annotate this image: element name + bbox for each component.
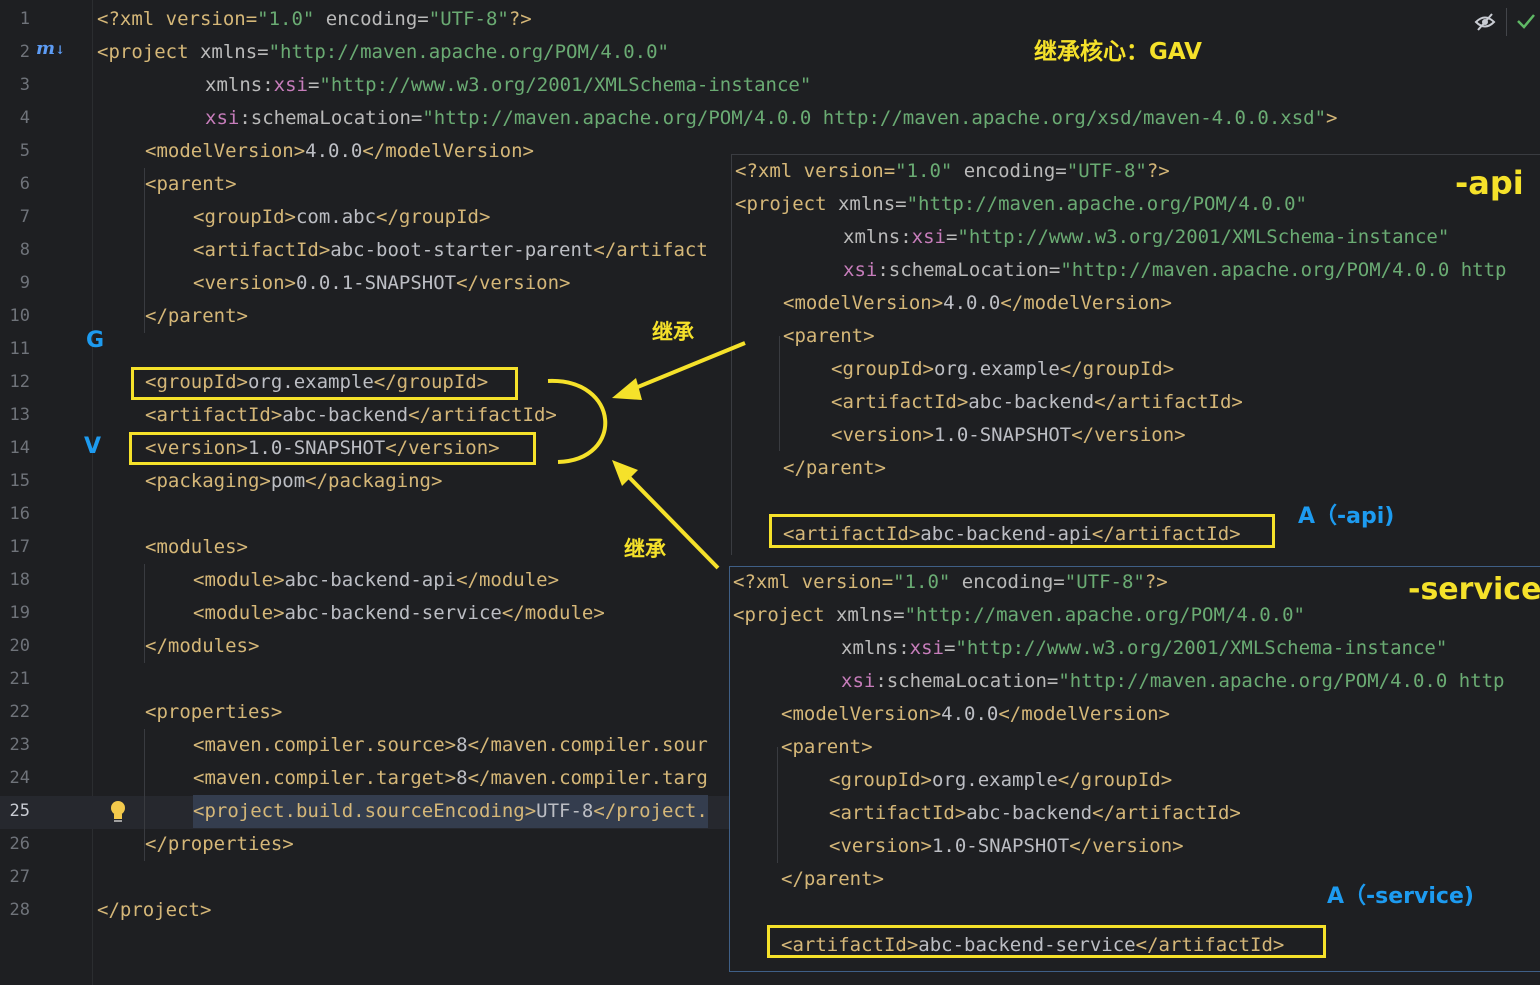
gav-brace (547, 378, 608, 464)
arrow-service-line (622, 470, 720, 570)
annotation-overlay (547, 341, 746, 570)
arrow-api-head (612, 378, 642, 400)
arrow-api-line (627, 341, 746, 393)
